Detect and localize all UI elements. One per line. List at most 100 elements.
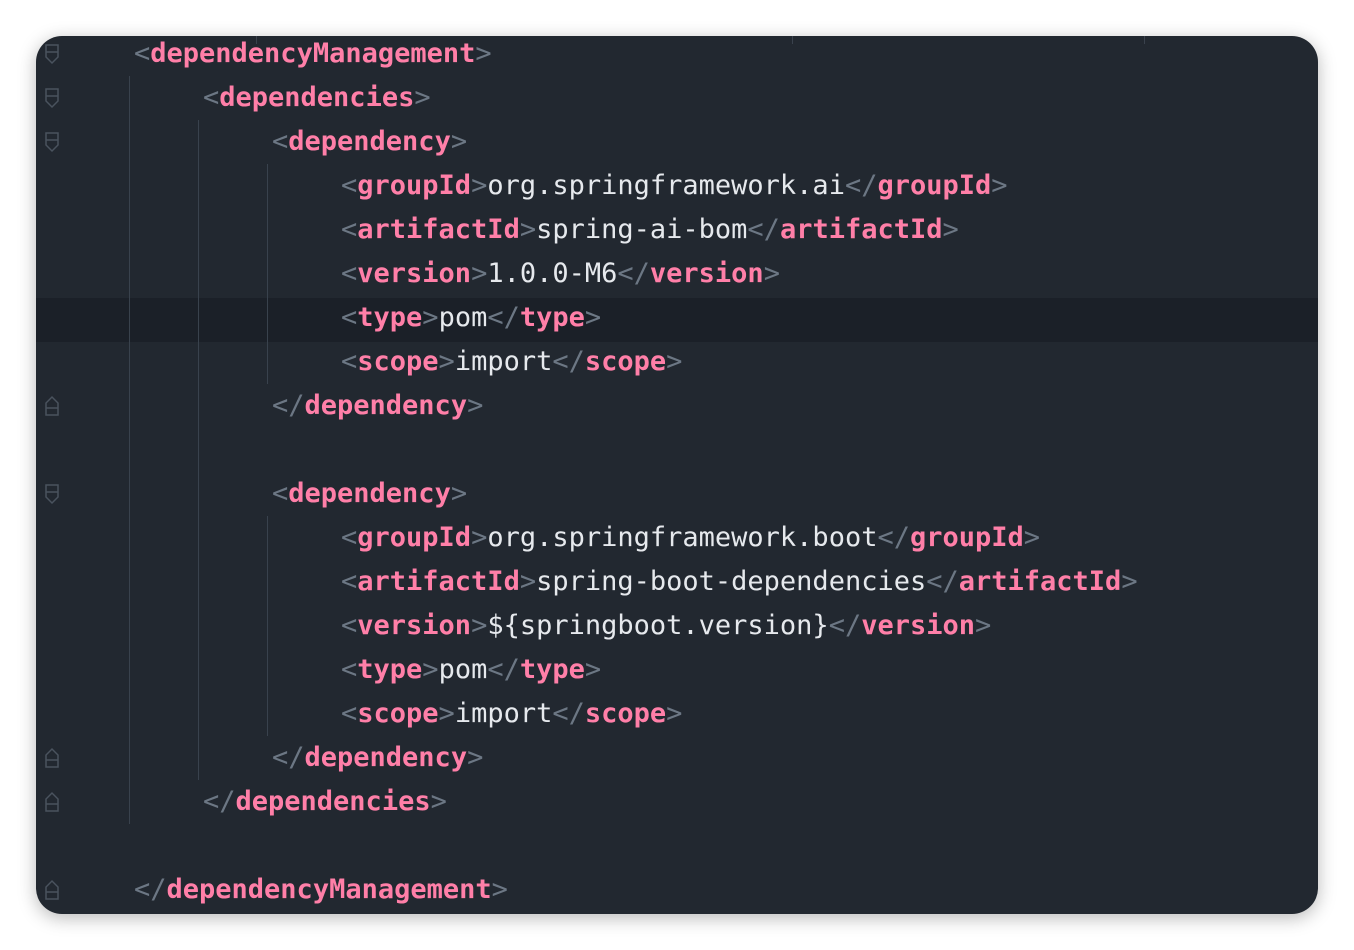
open-bracket: </: [877, 522, 910, 553]
code-line[interactable]: <artifactId>spring-ai-bom</artifactId>: [341, 208, 959, 252]
tag-name: dependency: [288, 478, 451, 509]
close-bracket: >: [471, 170, 488, 201]
tag-value: import: [454, 698, 553, 729]
close-bracket: >: [942, 214, 959, 245]
tag-name: dependencies: [219, 82, 415, 113]
open-bracket: <: [203, 82, 220, 113]
indent-guide: [129, 76, 130, 824]
fold-open-icon[interactable]: [44, 87, 60, 109]
close-bracket: >: [422, 302, 439, 333]
open-bracket: </: [828, 610, 862, 641]
tag-name: type: [357, 654, 423, 685]
open-bracket: </: [747, 214, 780, 245]
tag-value: spring-boot-dependencies: [536, 566, 927, 597]
tag-name: dependency: [288, 126, 451, 157]
code-line[interactable]: </dependency>: [272, 384, 483, 428]
code-line[interactable]: <groupId>org.springframework.ai</groupId…: [341, 164, 1008, 208]
close-bracket: >: [1121, 566, 1138, 597]
close-bracket: >: [475, 38, 492, 69]
close-bracket: >: [519, 214, 537, 245]
open-bracket: <: [341, 346, 358, 377]
open-bracket: </: [272, 742, 305, 773]
code-line[interactable]: <scope>import</scope>: [341, 692, 682, 736]
fold-close-icon[interactable]: [44, 879, 60, 901]
fold-close-icon[interactable]: [44, 791, 60, 813]
tag-name: dependency: [304, 742, 468, 773]
indent-guide: [267, 164, 268, 384]
code-line[interactable]: </dependencyManagement>: [134, 868, 508, 912]
close-bracket: >: [471, 258, 488, 289]
tag-name: version: [357, 610, 472, 641]
tag-name: dependencyManagement: [150, 38, 476, 69]
fold-open-icon[interactable]: [44, 131, 60, 153]
tag-name: type: [519, 654, 585, 685]
tag-value: ${springboot.version}: [487, 610, 829, 641]
close-bracket: >: [519, 566, 537, 597]
code-line[interactable]: <dependency>: [272, 120, 467, 164]
open-bracket: <: [341, 654, 358, 685]
tag-name: artifactId: [357, 214, 520, 245]
open-bracket: <: [341, 698, 358, 729]
tag-name: dependencyManagement: [166, 874, 492, 905]
open-bracket: <: [341, 258, 358, 289]
open-bracket: <: [272, 126, 289, 157]
code-line[interactable]: <scope>import</scope>: [341, 340, 682, 384]
code-line[interactable]: <dependencies>: [203, 76, 431, 120]
tag-name: groupId: [357, 522, 472, 553]
tag-value: org.springframework.ai: [487, 170, 845, 201]
tag-value: 1.0.0-M6: [487, 258, 618, 289]
code-line[interactable]: <dependencyManagement>: [134, 36, 492, 76]
code-line[interactable]: <type>pom</type>: [341, 648, 601, 692]
fold-open-icon[interactable]: [44, 483, 60, 505]
tag-name: version: [861, 610, 976, 641]
tag-value: pom: [438, 302, 488, 333]
open-bracket: <: [341, 610, 358, 641]
indent-guide: [198, 120, 199, 780]
fold-open-icon[interactable]: [44, 43, 60, 65]
code-line[interactable]: <version>1.0.0-M6</version>: [341, 252, 780, 296]
open-bracket: <: [341, 302, 358, 333]
fold-close-icon[interactable]: [44, 747, 60, 769]
close-bracket: >: [467, 390, 484, 421]
code-line[interactable]: <version>${springboot.version}</version>: [341, 604, 991, 648]
code-line[interactable]: <dependency>: [272, 472, 467, 516]
open-bracket: <: [134, 38, 151, 69]
tag-name: groupId: [909, 522, 1024, 553]
close-bracket: >: [438, 698, 455, 729]
tag-name: groupId: [877, 170, 992, 201]
open-bracket: </: [487, 654, 520, 685]
code-line[interactable]: <groupId>org.springframework.boot</group…: [341, 516, 1040, 560]
open-bracket: <: [272, 478, 289, 509]
open-bracket: </: [552, 698, 585, 729]
tag-value: spring-ai-bom: [536, 214, 748, 245]
close-bracket: >: [584, 654, 602, 685]
fold-close-icon[interactable]: [44, 395, 60, 417]
open-bracket: </: [487, 302, 520, 333]
open-bracket: </: [617, 258, 650, 289]
tag-name: type: [357, 302, 423, 333]
close-bracket: >: [763, 258, 780, 289]
close-bracket: >: [414, 82, 431, 113]
code-editor[interactable]: <dependencyManagement> <dependencies> <dep…: [36, 36, 1318, 914]
close-bracket: >: [975, 610, 992, 641]
close-bracket: >: [471, 522, 488, 553]
code-line[interactable]: </dependency>: [272, 736, 483, 780]
indent-guide: [267, 516, 268, 736]
open-bracket: <: [341, 566, 358, 597]
tag-value: pom: [438, 654, 488, 685]
close-bracket: >: [467, 742, 484, 773]
code-line[interactable]: </dependencies>: [203, 780, 447, 824]
open-bracket: <: [341, 214, 358, 245]
current-line-highlight: [36, 298, 1318, 342]
code-line[interactable]: <artifactId>spring-boot-dependencies</ar…: [341, 560, 1138, 604]
tag-name: scope: [584, 698, 667, 729]
tag-name: dependencies: [235, 786, 431, 817]
open-bracket: </: [272, 390, 305, 421]
close-bracket: >: [666, 698, 683, 729]
open-bracket: </: [203, 786, 236, 817]
code-line[interactable]: <type>pom</type>: [341, 296, 601, 340]
close-bracket: >: [991, 170, 1008, 201]
open-bracket: </: [926, 566, 959, 597]
tag-name: scope: [357, 698, 439, 729]
tag-name: artifactId: [958, 566, 1122, 597]
